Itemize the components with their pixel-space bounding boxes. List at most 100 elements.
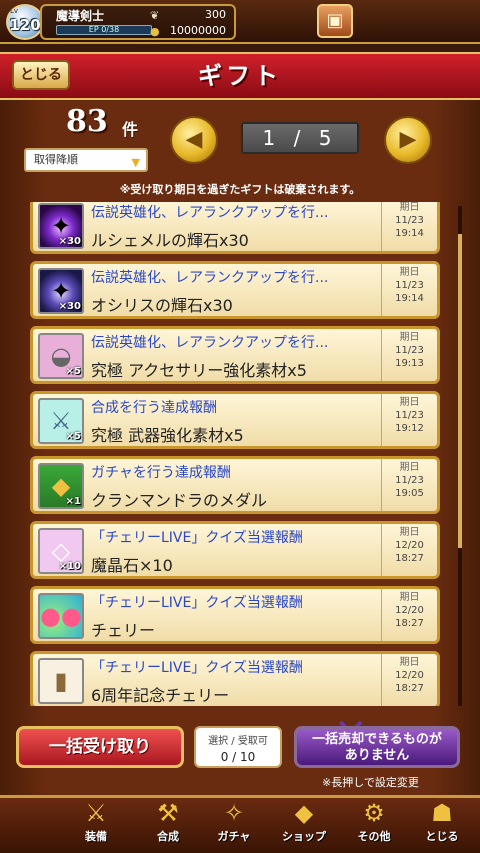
- page-indicator: 1 / 5: [241, 122, 359, 154]
- expiry-time: 18:27: [395, 683, 424, 694]
- synthesis-icon: ⚒: [157, 799, 179, 827]
- expiry-label: 期日: [399, 462, 420, 473]
- gift-row[interactable]: ●● 「チェリーLIVE」クイズ当選報酬 チェリー 期日 12/20 18:27: [30, 586, 440, 644]
- nav-label: 合成: [157, 830, 179, 843]
- expiry-date: 11/23: [395, 345, 424, 356]
- expiry-label: 期日: [399, 592, 420, 603]
- bulk-sell-line1: 一括売却できるものが: [312, 732, 442, 747]
- gift-qty: ×5: [65, 431, 81, 442]
- nav-label: ショップ: [282, 830, 326, 843]
- expiry-time: 19:14: [395, 293, 424, 304]
- gift-row[interactable]: ✦ ×30 伝説英雄化、レアランクアップを行... ルシェメルの輝石x30 期日…: [30, 202, 440, 254]
- expiry-date: 12/20: [395, 540, 424, 551]
- equipment-icon: ⚔: [85, 799, 107, 827]
- gift-thumbnail: ◆ ×1: [38, 463, 84, 509]
- gift-item: 究極 アクセサリー強化素材x5: [91, 361, 307, 380]
- selection-label: 選択 / 受取可: [208, 736, 268, 747]
- menu-book-button[interactable]: ▣: [317, 4, 353, 38]
- gift-item: ルシェメルの輝石x30: [91, 231, 249, 250]
- gift-row[interactable]: ◆ ×1 ガチャを行う達成報酬 クランマンドラのメダル 期日 11/23 19:…: [30, 456, 440, 514]
- long-press-note: ※長押しで設定変更: [322, 776, 419, 789]
- expiry-label: 期日: [399, 332, 420, 343]
- nav-equipment[interactable]: ⚔ 装備: [68, 798, 124, 850]
- gift-expiry: 期日 11/23 19:14: [381, 264, 437, 316]
- player-status-panel: 魔導剣士 EP 0/38 ❦ ● 300 10000000: [40, 4, 236, 40]
- status-bar: Lv 120 魔導剣士 EP 0/38 ❦ ● 300 10000000 ▣: [0, 0, 480, 44]
- gift-qty: ×1: [65, 496, 81, 507]
- gift-thumbnail: ▮: [38, 658, 84, 704]
- chevron-right-icon: ▶: [399, 127, 417, 152]
- nav-label: ガチャ: [217, 830, 251, 843]
- gift-count-suffix: 件: [122, 120, 139, 139]
- level-value: 120: [9, 16, 41, 34]
- gift-source: 「チェリーLIVE」クイズ当選報酬: [91, 530, 303, 546]
- gift-source: 「チェリーLIVE」クイズ当選報酬: [91, 595, 303, 611]
- gift-row[interactable]: ⚔ ×5 合成を行う達成報酬 究極 武器強化素材x5 期日 11/23 19:1…: [30, 391, 440, 449]
- gift-thumbnail: ⚔ ×5: [38, 398, 84, 444]
- prev-page-button[interactable]: ◀: [170, 116, 218, 164]
- expiry-date: 12/20: [395, 670, 424, 681]
- gift-row[interactable]: ◇ ×10 「チェリーLIVE」クイズ当選報酬 魔晶石×10 期日 12/20 …: [30, 521, 440, 579]
- nav-gacha[interactable]: ✧ ガチャ: [206, 798, 262, 850]
- close-icon: ☗: [431, 799, 453, 827]
- level-label: Lv: [10, 7, 19, 15]
- gift-source: 伝説英雄化、レアランクアップを行...: [91, 270, 329, 286]
- expiry-label: 期日: [399, 657, 420, 668]
- scrollbar-thumb[interactable]: [458, 234, 462, 548]
- expiry-time: 19:14: [395, 228, 424, 239]
- cherry-icon: ●●: [40, 602, 82, 630]
- level-badge: Lv 120: [6, 4, 44, 40]
- chevron-left-icon: ◀: [185, 127, 203, 152]
- gift-qty: ×30: [58, 236, 81, 247]
- gift-row[interactable]: ✦ ×30 伝説英雄化、レアランクアップを行... オシリスの輝石x30 期日 …: [30, 261, 440, 319]
- sort-select[interactable]: 取得降順 ▼: [24, 148, 148, 172]
- gift-row[interactable]: ▮ 「チェリーLIVE」クイズ当選報酬 6周年記念チェリー 期日 12/20 1…: [30, 651, 440, 706]
- expiry-label: 期日: [399, 202, 420, 213]
- gift-source: ガチャを行う達成報酬: [91, 465, 231, 481]
- gift-row[interactable]: ◒ ×5 伝説英雄化、レアランクアップを行... 究極 アクセサリー強化素材x5…: [30, 326, 440, 384]
- leaf-value: 300: [205, 8, 226, 21]
- bulk-receive-button[interactable]: 一括受け取り: [16, 726, 184, 768]
- gift-expiry: 期日 11/23 19:13: [381, 329, 437, 381]
- gift-thumbnail: ✦ ×30: [38, 268, 84, 314]
- gift-item: 魔晶石×10: [91, 556, 173, 575]
- gift-item: 究極 武器強化素材x5: [91, 426, 244, 445]
- nav-label: 装備: [85, 830, 107, 843]
- bulk-sell-button[interactable]: 一括売却できるものが ありません: [294, 726, 460, 768]
- gold-coin-icon: ●: [150, 25, 160, 38]
- gift-expiry: 期日 11/23 19:14: [381, 202, 437, 251]
- nav-label: その他: [357, 830, 391, 843]
- gift-thumbnail: ◇ ×10: [38, 528, 84, 574]
- close-button[interactable]: とじる: [12, 60, 70, 90]
- job-title: 魔導剣士: [56, 9, 105, 23]
- gift-qty: ×10: [58, 561, 81, 572]
- expiry-time: 19:12: [395, 423, 424, 434]
- gift-count: 83: [66, 104, 108, 139]
- nav-synthesis[interactable]: ⚒ 合成: [140, 798, 196, 850]
- gift-expiry: 期日 11/23 19:12: [381, 394, 437, 446]
- expiry-notice: ※受け取り期日を過ぎたギフトは破棄されます。: [119, 183, 361, 196]
- nav-shop[interactable]: ◆ ショップ: [276, 798, 332, 850]
- gift-expiry: 期日 11/23 19:05: [381, 459, 437, 511]
- expiry-date: 11/23: [395, 215, 424, 226]
- nav-close[interactable]: ☗ とじる: [414, 798, 470, 850]
- gift-expiry: 期日 12/20 18:27: [381, 589, 437, 641]
- gift-item: オシリスの輝石x30: [91, 296, 233, 315]
- anniversary-cherry-icon: ▮: [54, 667, 68, 695]
- gift-source: 「チェリーLIVE」クイズ当選報酬: [91, 660, 303, 676]
- expiry-time: 19:05: [395, 488, 424, 499]
- expiry-date: 11/23: [395, 280, 424, 291]
- ep-text: EP 0/38: [88, 25, 120, 34]
- gift-thumbnail: ✦ ×30: [38, 203, 84, 249]
- nav-other[interactable]: ⚙ その他: [346, 798, 402, 850]
- expiry-time: 18:27: [395, 618, 424, 629]
- selection-counter: 選択 / 受取可 0 / 10: [194, 726, 282, 768]
- gift-qty: ×5: [65, 366, 81, 377]
- gift-expiry: 期日 12/20 18:27: [381, 654, 437, 706]
- gift-source: 伝説英雄化、レアランクアップを行...: [91, 335, 329, 351]
- dropdown-arrow-icon: ▼: [131, 156, 140, 169]
- next-page-button[interactable]: ▶: [384, 116, 432, 164]
- gift-expiry: 期日 12/20 18:27: [381, 524, 437, 576]
- book-icon: ▣: [326, 10, 344, 31]
- gift-thumbnail: ◒ ×5: [38, 333, 84, 379]
